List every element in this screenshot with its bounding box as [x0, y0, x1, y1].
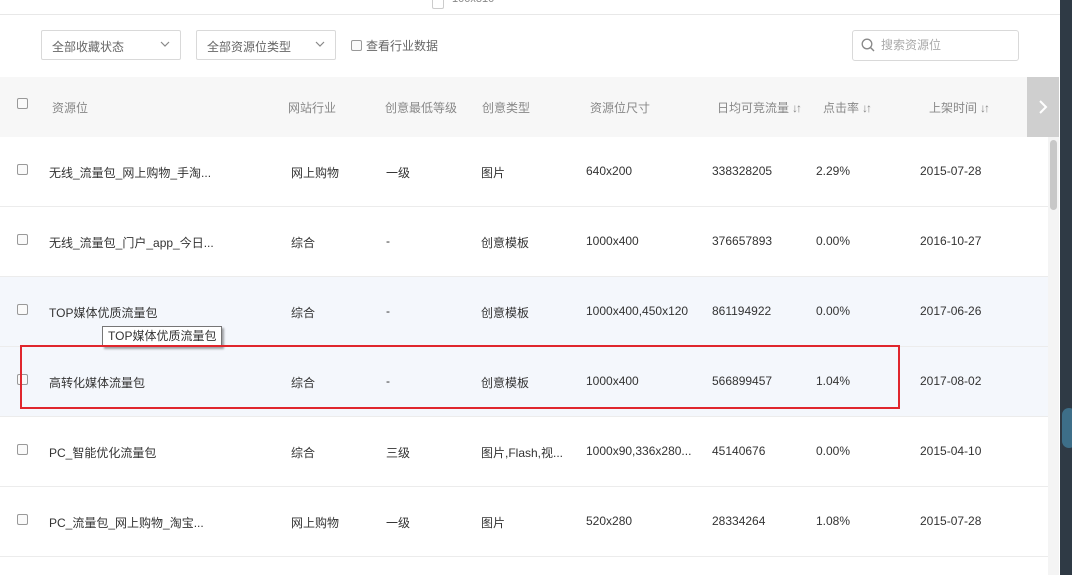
cell-ctr: 0.00%: [816, 234, 851, 248]
cell-traffic: 45140676: [712, 444, 766, 458]
sort-icon[interactable]: ↓↑: [792, 101, 802, 115]
cell-date: 2017-06-26: [920, 304, 982, 318]
cell-size: 520x280: [586, 514, 633, 528]
edge-decoration: [1062, 408, 1072, 448]
cell-ctr: 1.08%: [816, 514, 851, 528]
cell-industry: 综合: [291, 306, 316, 320]
cell-size: 1000x400: [586, 234, 639, 248]
table-header: 资源位 网站行业 创意最低等级 创意类型 资源位尺寸 日均可竞流量 ↓↑ 点击率 ↓…: [0, 77, 1027, 137]
cell-industry: 网上购物: [291, 516, 340, 530]
row-checkbox[interactable]: [17, 304, 28, 315]
top-partial-strip: 100x310: [0, 0, 1060, 15]
table-row[interactable]: 无线_流量包_门户_app_今日... 综合 - 创意模板 1000x400 3…: [0, 207, 1048, 277]
header-industry: 网站行业: [288, 101, 337, 115]
cell-ctr: 0.00%: [816, 304, 851, 318]
favorite-status-select[interactable]: 全部收藏状态: [41, 30, 181, 60]
cell-level: 三级: [386, 446, 411, 460]
cell-size: 1000x90,336x280...: [586, 444, 692, 458]
table-row[interactable]: PC_智能优化流量包 综合 三级 图片,Flash,视... 1000x90,3…: [0, 417, 1048, 487]
scrollbar-thumb[interactable]: [1050, 140, 1057, 210]
cell-traffic: 28334264: [712, 514, 766, 528]
header-date-label: 上架时间: [929, 101, 978, 115]
cell-size: 640x200: [586, 164, 633, 178]
sort-icon[interactable]: ↓↑: [980, 101, 990, 115]
cell-type: 图片: [481, 166, 506, 180]
cell-size: 1000x400: [586, 374, 639, 388]
name-tooltip: TOP媒体优质流量包: [102, 326, 223, 347]
cell-date: 2015-07-28: [920, 514, 982, 528]
header-date[interactable]: 上架时间 ↓↑: [929, 99, 990, 116]
cell-level: -: [386, 304, 390, 318]
table-row[interactable]: 无线_流量包_网上购物_手淘... 网上购物 一级 图片 640x200 338…: [0, 137, 1048, 207]
favorite-status-label: 全部收藏状态: [52, 40, 125, 54]
cell-ctr: 1.04%: [816, 374, 851, 388]
cell-name[interactable]: TOP媒体优质流量包: [49, 304, 157, 321]
cell-size: 1000x400,450x120: [586, 304, 689, 318]
industry-data-checkbox[interactable]: [351, 40, 362, 51]
cell-level: -: [386, 374, 390, 388]
cell-traffic: 338328205: [712, 164, 773, 178]
cell-date: 2015-04-10: [920, 444, 982, 458]
search-input[interactable]: [881, 36, 1011, 54]
cell-type: 图片: [481, 516, 506, 530]
slot-type-label: 全部资源位类型: [207, 40, 292, 54]
filter-bar: 全部收藏状态 全部资源位类型 查看行业数据: [0, 15, 1060, 77]
cell-type: 创意模板: [481, 306, 530, 320]
industry-data-label: 查看行业数据: [366, 39, 439, 53]
cell-industry: 综合: [291, 446, 316, 460]
header-traffic-label: 日均可竞流量: [717, 101, 790, 115]
chevron-right-icon: [1039, 100, 1048, 114]
row-checkbox[interactable]: [17, 514, 28, 525]
cell-level: -: [386, 234, 390, 248]
cell-name[interactable]: 无线_流量包_门户_app_今日...: [49, 234, 214, 251]
header-size: 资源位尺寸: [590, 101, 651, 115]
partial-text: 100x310: [452, 0, 494, 5]
table-row[interactable]: PC_流量包_网上购物_淘宝... 网上购物 一级 图片 520x280 283…: [0, 487, 1048, 557]
cell-name[interactable]: 无线_流量包_网上购物_手淘...: [49, 164, 211, 181]
cell-ctr: 0.00%: [816, 444, 851, 458]
header-name: 资源位: [52, 101, 89, 115]
row-checkbox[interactable]: [17, 164, 28, 175]
cell-industry: 综合: [291, 376, 316, 390]
chevron-down-icon: [160, 41, 170, 47]
header-creative-type: 创意类型: [482, 101, 531, 115]
partial-checkbox[interactable]: [432, 0, 444, 9]
scroll-right-button[interactable]: [1027, 77, 1059, 137]
search-box[interactable]: [852, 30, 1019, 61]
cell-industry: 综合: [291, 236, 316, 250]
cell-type: 创意模板: [481, 236, 530, 250]
search-icon: [861, 38, 875, 52]
cell-date: 2017-08-02: [920, 374, 982, 388]
cell-type: 创意模板: [481, 376, 530, 390]
select-all-checkbox[interactable]: [17, 98, 28, 109]
row-checkbox[interactable]: [17, 234, 28, 245]
cell-date: 2016-10-27: [920, 234, 982, 248]
cell-ctr: 2.29%: [816, 164, 851, 178]
header-ctr-label: 点击率: [823, 101, 860, 115]
cell-traffic: 861194922: [712, 304, 772, 318]
header-ctr[interactable]: 点击率 ↓↑: [823, 99, 872, 116]
row-checkbox[interactable]: [17, 374, 28, 385]
sort-icon[interactable]: ↓↑: [862, 101, 872, 115]
industry-data-toggle[interactable]: 查看行业数据: [351, 37, 438, 54]
cell-industry: 网上购物: [291, 166, 340, 180]
table-row[interactable]: 高转化媒体流量包 综合 - 创意模板 1000x400 566899457 1.…: [0, 347, 1048, 417]
chevron-down-icon: [315, 41, 325, 47]
cell-date: 2015-07-28: [920, 164, 982, 178]
cell-type: 图片,Flash,视...: [481, 446, 564, 460]
cell-level: 一级: [386, 166, 411, 180]
row-checkbox[interactable]: [17, 444, 28, 455]
header-min-level: 创意最低等级: [385, 101, 458, 115]
cell-name[interactable]: PC_智能优化流量包: [49, 444, 156, 461]
cell-traffic: 566899457: [712, 374, 773, 388]
cell-name[interactable]: PC_流量包_网上购物_淘宝...: [49, 514, 204, 531]
cell-traffic: 376657893: [712, 234, 773, 248]
slot-type-select[interactable]: 全部资源位类型: [196, 30, 336, 60]
header-traffic[interactable]: 日均可竞流量 ↓↑: [717, 99, 802, 116]
cell-level: 一级: [386, 516, 411, 530]
right-edge-panel: [1060, 0, 1072, 575]
cell-name[interactable]: 高转化媒体流量包: [49, 374, 145, 391]
